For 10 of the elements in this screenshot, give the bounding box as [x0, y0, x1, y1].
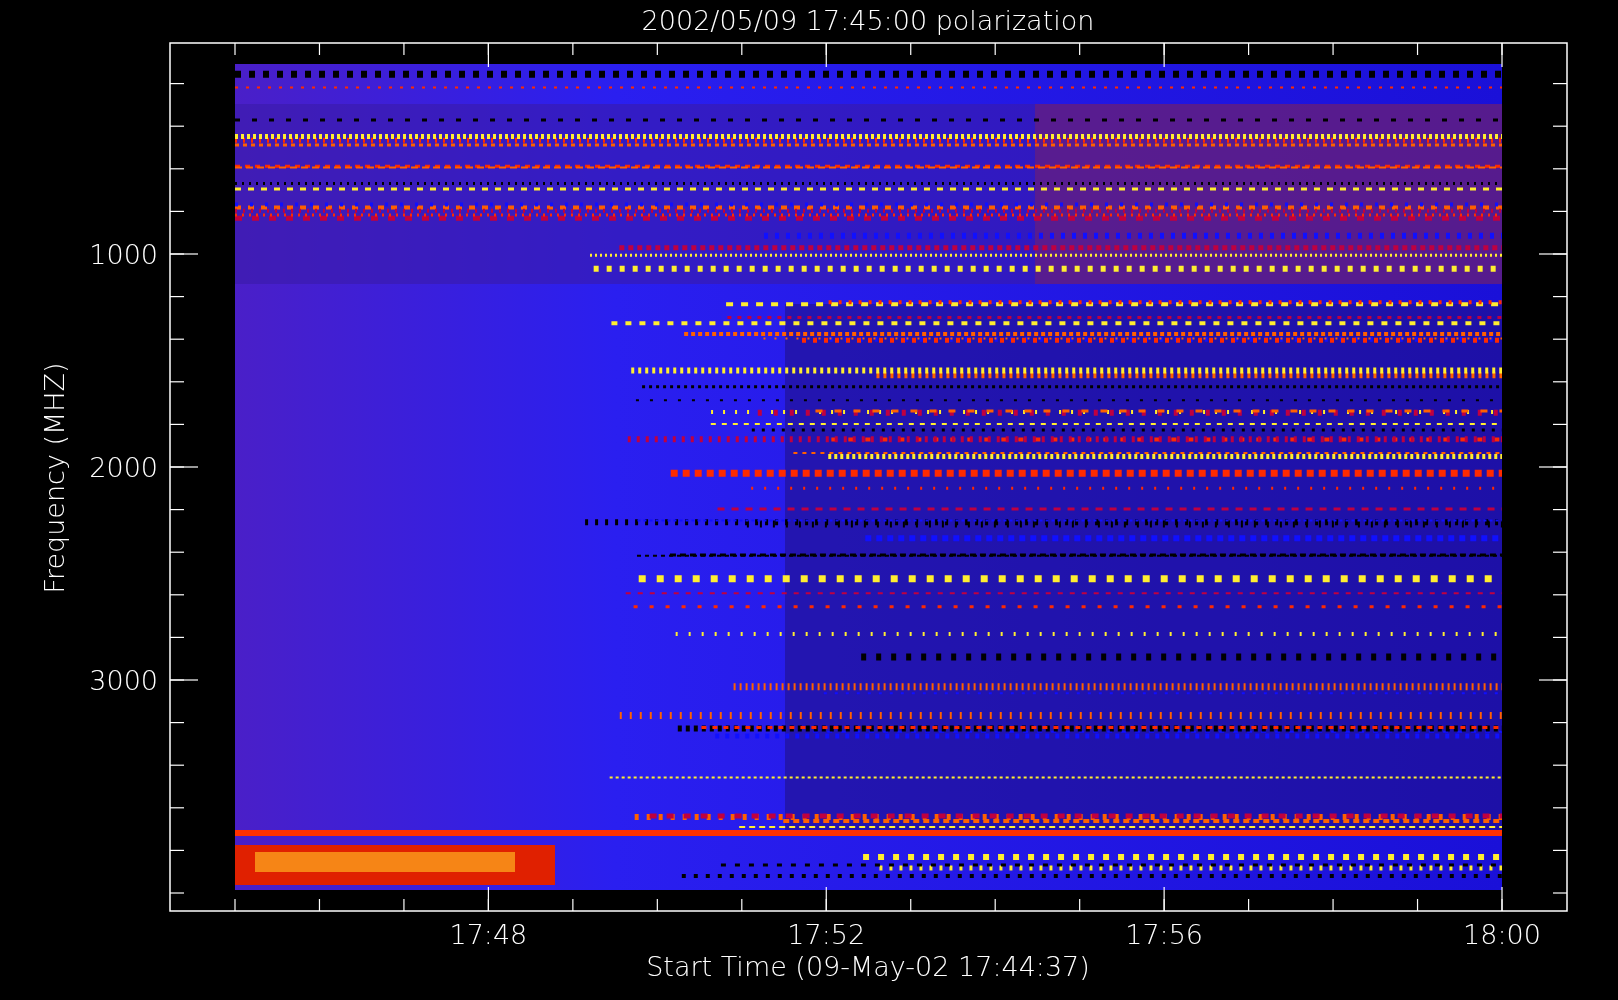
x-tick-label: 17:52 [787, 919, 866, 950]
y-tick-label: 2000 [89, 452, 158, 483]
y-axis-label: Frequency (MHZ) [39, 362, 70, 594]
y-tick-label: 3000 [89, 665, 158, 696]
x-tick-label: 17:56 [1125, 919, 1204, 950]
x-tick-label: 18:00 [1463, 919, 1541, 950]
x-axis-label: Start Time (09-May-02 17:44:37) [646, 951, 1090, 982]
x-tick-label: 17:48 [449, 919, 528, 950]
chart-title: 2002/05/09 17:45:00 polarization [641, 5, 1095, 36]
y-tick-label: 1000 [89, 239, 158, 270]
